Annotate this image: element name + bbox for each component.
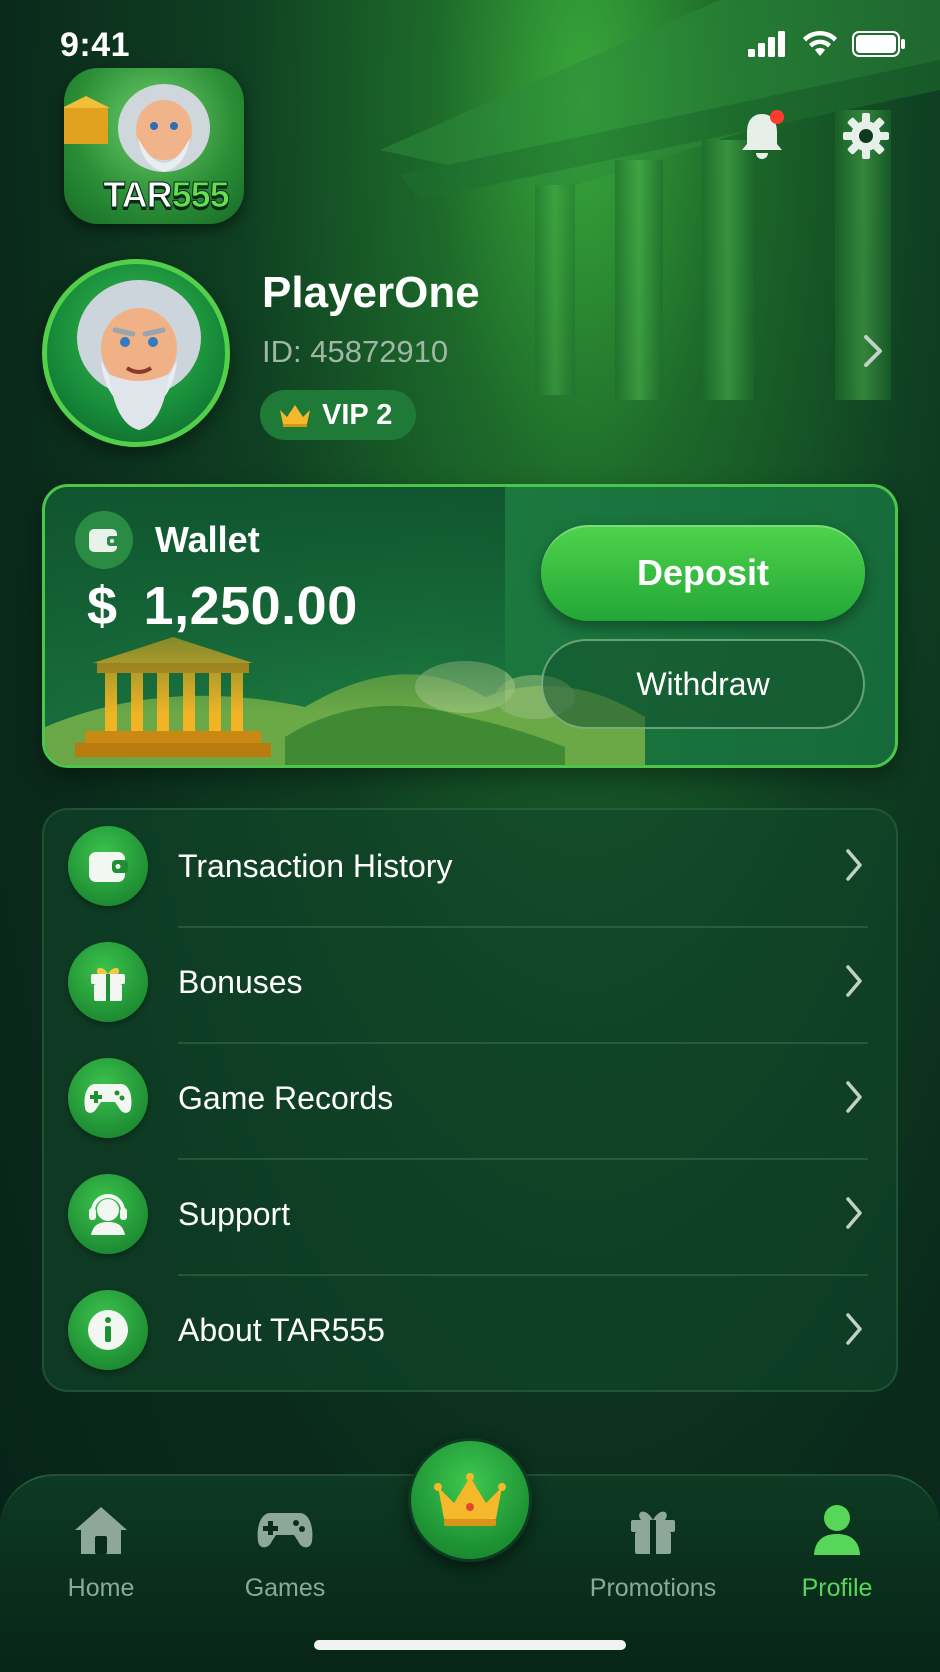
gear-icon — [843, 113, 889, 159]
nav-item-profile[interactable]: Profile — [762, 1500, 912, 1610]
menu-label: About TAR555 — [178, 1312, 385, 1348]
chevron-right-icon — [844, 1196, 864, 1235]
menu-item-support[interactable]: Support — [44, 1158, 900, 1274]
avatar-art — [77, 280, 201, 430]
balance-amount: 1,250.00 — [143, 576, 358, 636]
chevron-right-icon — [844, 848, 864, 887]
user-id: ID: 45872910 — [262, 334, 449, 369]
logo-text-555: 555 — [171, 174, 230, 216]
gamepad-icon — [255, 1500, 315, 1560]
menu-item-about[interactable]: About TAR555 — [44, 1274, 900, 1390]
menu-label: Bonuses — [178, 964, 303, 1000]
menu-label: Support — [178, 1196, 291, 1232]
crown-icon — [434, 1473, 506, 1526]
nav-label: Promotions — [589, 1574, 717, 1602]
nav-item-games[interactable]: Games — [210, 1500, 360, 1610]
status-icons — [748, 30, 906, 58]
logo-wordmark: TAR555 — [86, 174, 246, 216]
logo-text-tar: TAR — [103, 174, 173, 216]
headset-icon — [68, 1174, 148, 1254]
deposit-button[interactable]: Deposit — [541, 525, 865, 621]
person-icon — [807, 1500, 867, 1560]
wallet-icon — [68, 826, 148, 906]
gamepad-icon — [68, 1058, 148, 1138]
nav-item-home[interactable]: Home — [26, 1500, 176, 1610]
bell-icon — [742, 110, 784, 159]
settings-button[interactable] — [836, 106, 896, 166]
username: PlayerOne — [262, 268, 480, 317]
nav-label: Profile — [801, 1574, 873, 1602]
info-icon — [68, 1290, 148, 1370]
crown-icon — [280, 405, 310, 427]
chevron-right-icon — [844, 1080, 864, 1119]
wallet-card: Wallet $1,250.00 Deposit Withdraw — [42, 484, 898, 768]
vip-label: VIP 2 — [322, 398, 393, 431]
home-icon — [71, 1500, 131, 1560]
menu-label: Game Records — [178, 1080, 394, 1116]
nav-label: Home — [67, 1574, 135, 1602]
withdraw-button[interactable]: Withdraw — [541, 639, 865, 729]
status-time: 9:41 — [60, 26, 131, 64]
vip-badge[interactable]: VIP 2 — [260, 390, 416, 440]
avatar[interactable] — [42, 259, 230, 447]
chevron-right-icon — [844, 1312, 864, 1351]
nav-item-promotions[interactable]: Promotions — [578, 1500, 728, 1610]
nav-label: Games — [244, 1574, 326, 1602]
notification-button[interactable] — [732, 106, 792, 166]
wallet-title: Wallet — [155, 519, 260, 560]
gift-icon — [623, 1500, 683, 1560]
chevron-right-icon — [844, 964, 864, 1003]
menu-item-game-records[interactable]: Game Records — [44, 1042, 900, 1158]
wallet-balance: $1,250.00 — [87, 575, 358, 637]
currency-symbol: $ — [87, 576, 118, 636]
signal-icon — [748, 31, 785, 57]
app-logo: TAR555 — [46, 68, 244, 224]
wallet-icon — [75, 511, 133, 569]
menu-list: Transaction History Bonuses Game Records… — [42, 808, 898, 1392]
home-indicator — [314, 1640, 626, 1650]
menu-item-transaction-history[interactable]: Transaction History — [44, 810, 900, 926]
nav-center-vip-button[interactable] — [408, 1438, 532, 1562]
chevron-right-icon — [864, 335, 882, 367]
menu-item-bonuses[interactable]: Bonuses — [44, 926, 900, 1042]
gift-icon — [68, 942, 148, 1022]
battery-icon — [852, 31, 905, 57]
wifi-icon — [803, 30, 837, 56]
profile-chevron[interactable] — [862, 334, 884, 373]
menu-label: Transaction History — [178, 848, 453, 884]
